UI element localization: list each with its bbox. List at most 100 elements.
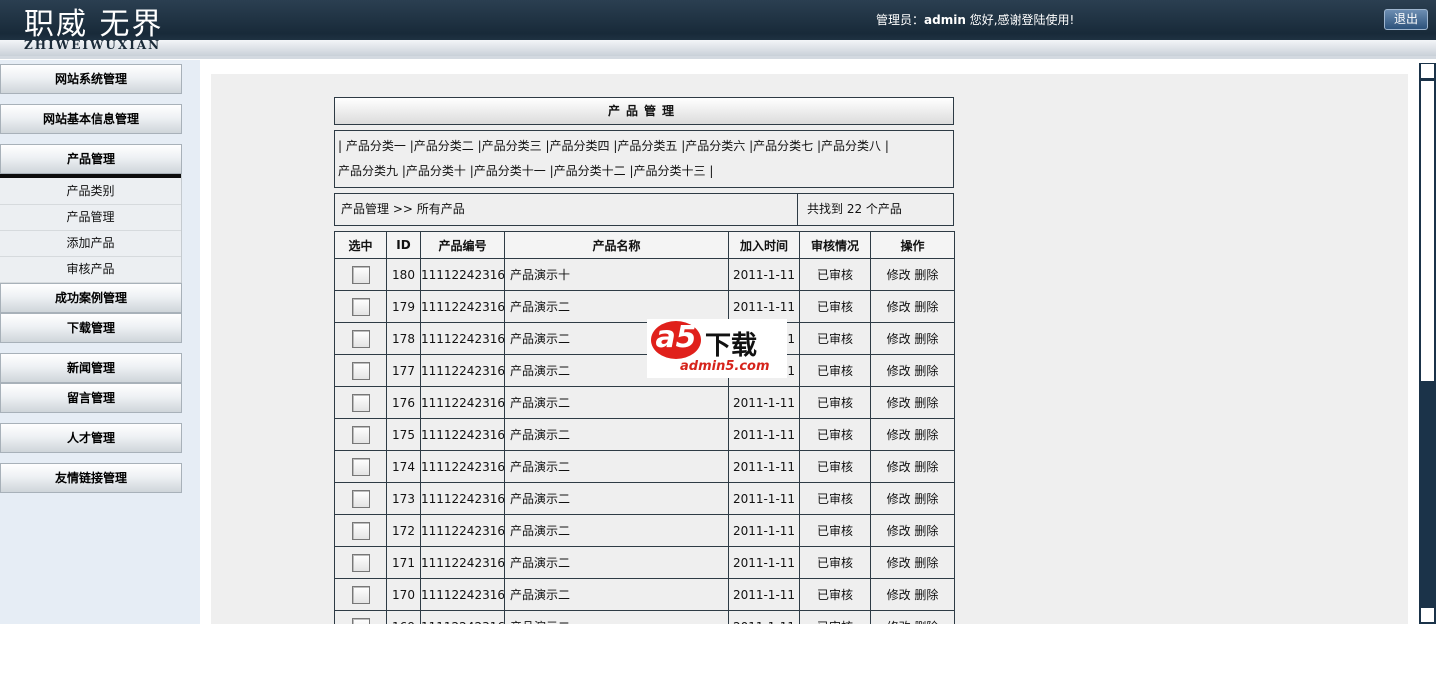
category-link-5[interactable]: 产品分类五 [617, 139, 677, 153]
scroll-thumb[interactable] [1420, 80, 1435, 382]
actions-cell: 修改 删除 [870, 386, 955, 419]
scroll-up-button[interactable] [1420, 63, 1435, 79]
table-row: 173 11112242316 产品演示二 2011-1-11 已审核 修改 删除 [334, 482, 955, 515]
menu-product-management[interactable]: 产品管理 [0, 144, 182, 174]
main-content: 产品管理 | 产品分类一 |产品分类二 |产品分类三 |产品分类四 |产品分类五… [211, 74, 1408, 624]
edit-link[interactable]: 修改 [887, 492, 911, 506]
edit-link[interactable]: 修改 [887, 556, 911, 570]
actions-cell: 修改 删除 [870, 354, 955, 387]
category-link-13[interactable]: 产品分类十三 [634, 164, 706, 178]
status-cell: 已审核 [799, 322, 871, 355]
delete-link[interactable]: 删除 [914, 524, 938, 538]
vertical-scrollbar[interactable] [1419, 63, 1436, 624]
category-link-3[interactable]: 产品分类三 [482, 139, 542, 153]
scroll-down-button[interactable] [1420, 607, 1435, 623]
code-cell: 11112242316 [420, 386, 505, 419]
status-cell: 已审核 [799, 450, 871, 483]
menu-news[interactable]: 新闻管理 [0, 353, 182, 383]
row-checkbox[interactable] [351, 329, 370, 348]
menu-talent[interactable]: 人才管理 [0, 423, 182, 453]
table-row: 175 11112242316 产品演示二 2011-1-11 已审核 修改 删除 [334, 418, 955, 451]
row-checkbox[interactable] [351, 521, 370, 540]
submenu-product-category[interactable]: 产品类别 [0, 178, 181, 205]
category-link-12[interactable]: 产品分类十二 [554, 164, 626, 178]
category-link-7[interactable]: 产品分类七 [753, 139, 813, 153]
select-cell [334, 354, 387, 387]
menu-downloads[interactable]: 下载管理 [0, 313, 182, 343]
category-link-11[interactable]: 产品分类十一 [474, 164, 546, 178]
row-checkbox[interactable] [351, 425, 370, 444]
delete-link[interactable]: 删除 [914, 300, 938, 314]
edit-link[interactable]: 修改 [887, 396, 911, 410]
row-checkbox[interactable] [351, 393, 370, 412]
column-header-name: 产品名称 [504, 231, 729, 259]
edit-link[interactable]: 修改 [887, 620, 911, 624]
row-checkbox[interactable] [351, 489, 370, 508]
status-cell: 已审核 [799, 546, 871, 579]
delete-link[interactable]: 删除 [914, 364, 938, 378]
breadcrumb-bar: 产品管理 >> 所有产品 共找到 22 个产品 [334, 193, 954, 226]
name-cell: 产品演示二 [504, 386, 729, 419]
edit-link[interactable]: 修改 [887, 268, 911, 282]
category-link-10[interactable]: 产品分类十 [406, 164, 466, 178]
id-cell: 172 [386, 514, 421, 547]
edit-link[interactable]: 修改 [887, 460, 911, 474]
delete-link[interactable]: 删除 [914, 556, 938, 570]
header-stripe [0, 40, 1436, 56]
date-cell: 2011-1-11 [728, 546, 800, 579]
row-checkbox[interactable] [351, 361, 370, 380]
delete-link[interactable]: 删除 [914, 428, 938, 442]
submenu-add-product[interactable]: 添加产品 [0, 230, 181, 257]
delete-link[interactable]: 删除 [914, 332, 938, 346]
menu-site-system[interactable]: 网站系统管理 [0, 64, 182, 94]
select-cell [334, 322, 387, 355]
row-checkbox[interactable] [351, 617, 370, 624]
category-link-9[interactable]: 产品分类九 [338, 164, 398, 178]
row-checkbox[interactable] [351, 585, 370, 604]
edit-link[interactable]: 修改 [887, 524, 911, 538]
table-row: 176 11112242316 产品演示二 2011-1-11 已审核 修改 删除 [334, 386, 955, 419]
date-cell: 2011-1-11 [728, 386, 800, 419]
row-checkbox[interactable] [351, 297, 370, 316]
name-cell: 产品演示十 [504, 258, 729, 291]
edit-link[interactable]: 修改 [887, 428, 911, 442]
category-link-8[interactable]: 产品分类八 [821, 139, 881, 153]
delete-link[interactable]: 删除 [914, 396, 938, 410]
menu-site-info[interactable]: 网站基本信息管理 [0, 104, 182, 134]
delete-link[interactable]: 删除 [914, 460, 938, 474]
row-checkbox[interactable] [351, 553, 370, 572]
category-link-1[interactable]: 产品分类一 [346, 139, 406, 153]
id-cell: 170 [386, 578, 421, 611]
delete-link[interactable]: 删除 [914, 268, 938, 282]
id-cell: 180 [386, 258, 421, 291]
greeting-suffix: 您好,感谢登陆使用! [965, 13, 1075, 27]
menu-messages[interactable]: 留言管理 [0, 383, 182, 413]
menu-friend-links[interactable]: 友情链接管理 [0, 463, 182, 493]
menu-cases[interactable]: 成功案例管理 [0, 283, 182, 313]
delete-link[interactable]: 删除 [914, 588, 938, 602]
edit-link[interactable]: 修改 [887, 588, 911, 602]
category-link-4[interactable]: 产品分类四 [549, 139, 609, 153]
logout-button[interactable]: 退出 [1384, 9, 1428, 30]
category-link-2[interactable]: 产品分类二 [414, 139, 474, 153]
select-cell [334, 514, 387, 547]
code-cell: 11112242316 [420, 418, 505, 451]
table-header: 选中 ID 产品编号 产品名称 加入时间 审核情况 操作 [334, 231, 955, 259]
delete-link[interactable]: 删除 [914, 492, 938, 506]
edit-link[interactable]: 修改 [887, 364, 911, 378]
delete-link[interactable]: 删除 [914, 620, 938, 624]
category-link-6[interactable]: 产品分类六 [685, 139, 745, 153]
edit-link[interactable]: 修改 [887, 332, 911, 346]
row-checkbox[interactable] [351, 265, 370, 284]
submenu-product-management[interactable]: 产品管理 [0, 204, 181, 231]
submenu-review-product[interactable]: 审核产品 [0, 256, 181, 283]
watermark-text: 下载 [705, 331, 758, 361]
status-cell: 已审核 [799, 290, 871, 323]
row-checkbox[interactable] [351, 457, 370, 476]
actions-cell: 修改 删除 [870, 418, 955, 451]
name-cell: 产品演示二 [504, 514, 729, 547]
table-row: 17811112242316产品演示二2011-1-11已审核修改 删除 [334, 322, 955, 355]
name-cell: 产品演示二 [504, 482, 729, 515]
edit-link[interactable]: 修改 [887, 300, 911, 314]
page-title: 产品管理 [334, 97, 954, 125]
